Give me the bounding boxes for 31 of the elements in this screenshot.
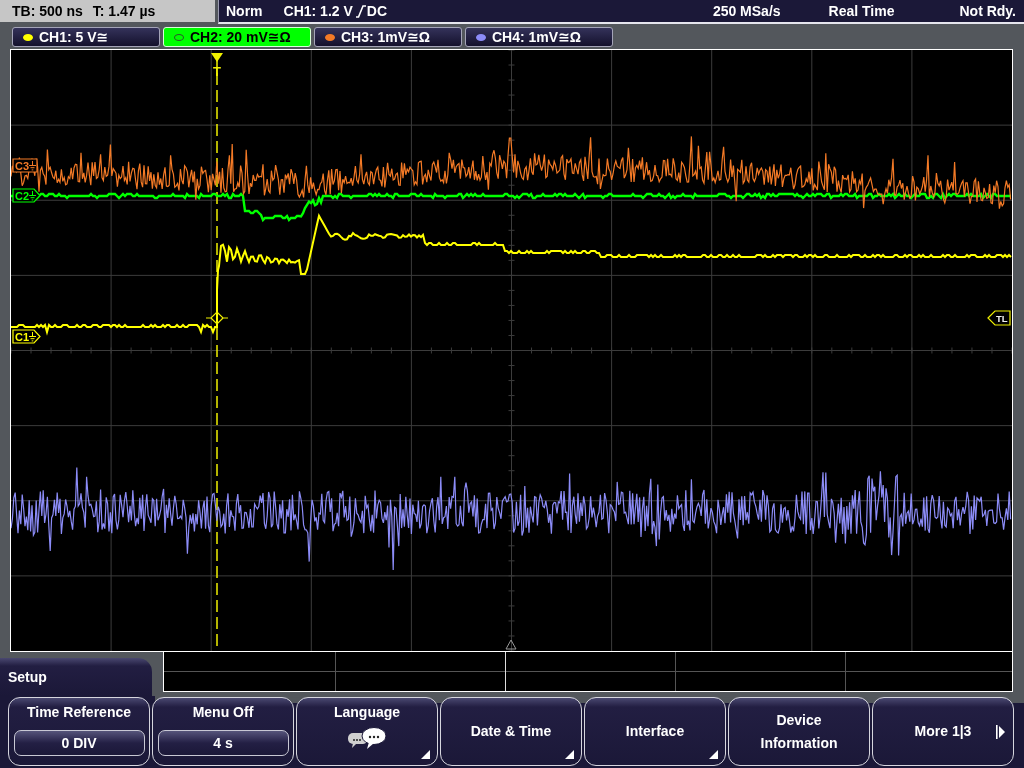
softkey-button[interactable]: Interface	[584, 697, 726, 766]
trigger-position-icon	[505, 639, 517, 650]
softkey-button[interactable]: Time Reference 0 DIV	[8, 697, 150, 766]
softkey-button[interactable]: More 1|3	[872, 697, 1014, 766]
softkey-button[interactable]: Device Information	[728, 697, 870, 766]
softkey-button[interactable]: Language	[296, 697, 438, 766]
status-text: Not Rdy.	[959, 3, 1016, 19]
sample-rate-text: 250 MSa/s	[712, 3, 781, 19]
channel-marker[interactable]: C3	[12, 158, 38, 173]
channel-tab[interactable]: CH2: 20 mV≅Ω	[163, 27, 311, 47]
menu-title: Setup	[0, 658, 152, 696]
channel-tab[interactable]: CH4: 1mV≅Ω	[465, 27, 613, 47]
coupling-text: DC	[366, 3, 388, 19]
right-arrow-icon	[996, 724, 1005, 739]
trigger-time-text: T: 1.47 µs	[92, 3, 156, 19]
rising-edge-icon	[355, 4, 366, 18]
value-field[interactable]: 0 DIV	[13, 730, 145, 756]
channel-marker[interactable]: C2	[12, 188, 41, 203]
channel-tab[interactable]: CH3: 1mV≅Ω	[314, 27, 462, 47]
trigger-mode-text: Norm	[226, 3, 263, 19]
trigger-point-icon	[205, 311, 229, 325]
channel-tab[interactable]: CH1: 5 V≅	[12, 27, 160, 47]
softkey-button[interactable]: Menu Off 4 s	[152, 697, 294, 766]
softkey-button[interactable]: Date & Time	[440, 697, 582, 766]
channel-marker[interactable]: C1	[12, 329, 41, 344]
value-field[interactable]: 4 s	[157, 730, 289, 756]
speech-bubbles-icon	[347, 726, 387, 750]
trigger-source-text: CH1: 1.2 V	[283, 3, 353, 19]
trigger-level-marker[interactable]: TL	[987, 310, 1011, 326]
acquisition-mode-text: Real Time	[828, 3, 895, 19]
timebase-text: TB: 500 ns	[12, 3, 83, 19]
